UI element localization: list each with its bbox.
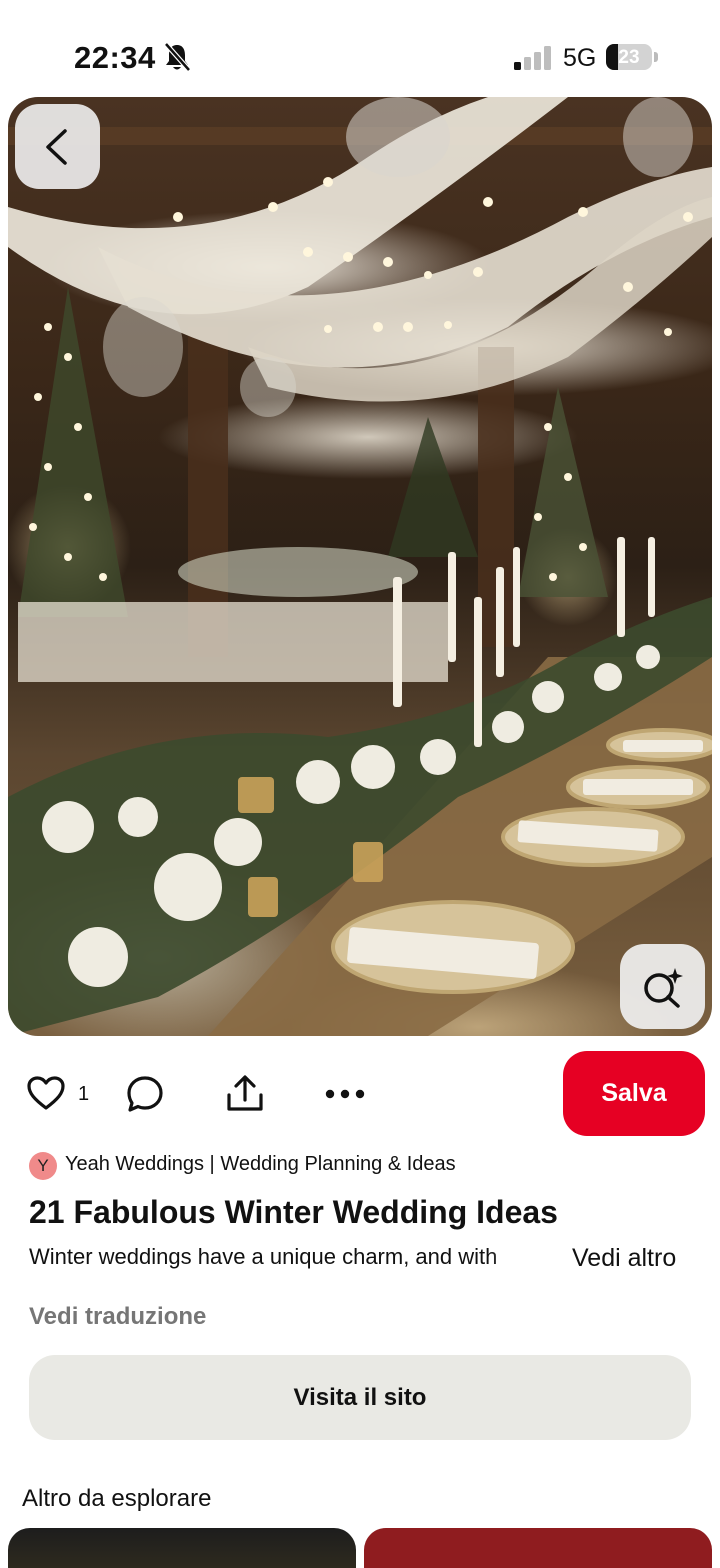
bell-off-icon bbox=[164, 42, 191, 72]
see-more-link[interactable]: Vedi altro bbox=[572, 1244, 676, 1273]
status-time: 22:34 bbox=[74, 40, 156, 75]
avatar-initial: Y bbox=[37, 1156, 49, 1175]
see-translation-link[interactable]: Vedi traduzione bbox=[29, 1303, 206, 1331]
back-chevron-icon bbox=[46, 129, 67, 165]
explore-more-heading: Altro da esplorare bbox=[22, 1485, 212, 1512]
pin-image[interactable] bbox=[8, 97, 712, 1036]
visual-search-button[interactable] bbox=[620, 944, 705, 1029]
battery-level: 23 bbox=[618, 47, 640, 68]
pin-description: Winter weddings have a unique charm, and… bbox=[29, 1244, 549, 1278]
avatar[interactable]: Y bbox=[29, 1152, 57, 1180]
like-count: 1 bbox=[78, 1083, 90, 1105]
visual-search-icon bbox=[644, 968, 683, 1008]
visit-site-button[interactable]: Visita il sito bbox=[29, 1355, 691, 1440]
explore-card[interactable] bbox=[8, 1528, 356, 1568]
network-type: 5G bbox=[563, 44, 597, 72]
author-name[interactable]: Yeah Weddings | Wedding Planning & Ideas bbox=[65, 1153, 456, 1176]
signal-icon bbox=[514, 46, 551, 70]
heart-icon[interactable] bbox=[26, 1075, 66, 1111]
battery-icon: 23 bbox=[606, 44, 658, 72]
share-icon[interactable] bbox=[225, 1073, 265, 1113]
pin-description-text: Winter weddings have a unique charm, and… bbox=[29, 1244, 498, 1269]
explore-card[interactable] bbox=[364, 1528, 712, 1568]
pin-title: 21 Fabulous Winter Wedding Ideas bbox=[29, 1194, 558, 1230]
back-button[interactable] bbox=[15, 104, 100, 189]
comment-icon[interactable] bbox=[126, 1075, 164, 1113]
status-bar: 22:34 5G 23 bbox=[0, 0, 720, 96]
save-button[interactable]: Salva bbox=[563, 1051, 705, 1136]
more-icon[interactable] bbox=[325, 1088, 365, 1100]
